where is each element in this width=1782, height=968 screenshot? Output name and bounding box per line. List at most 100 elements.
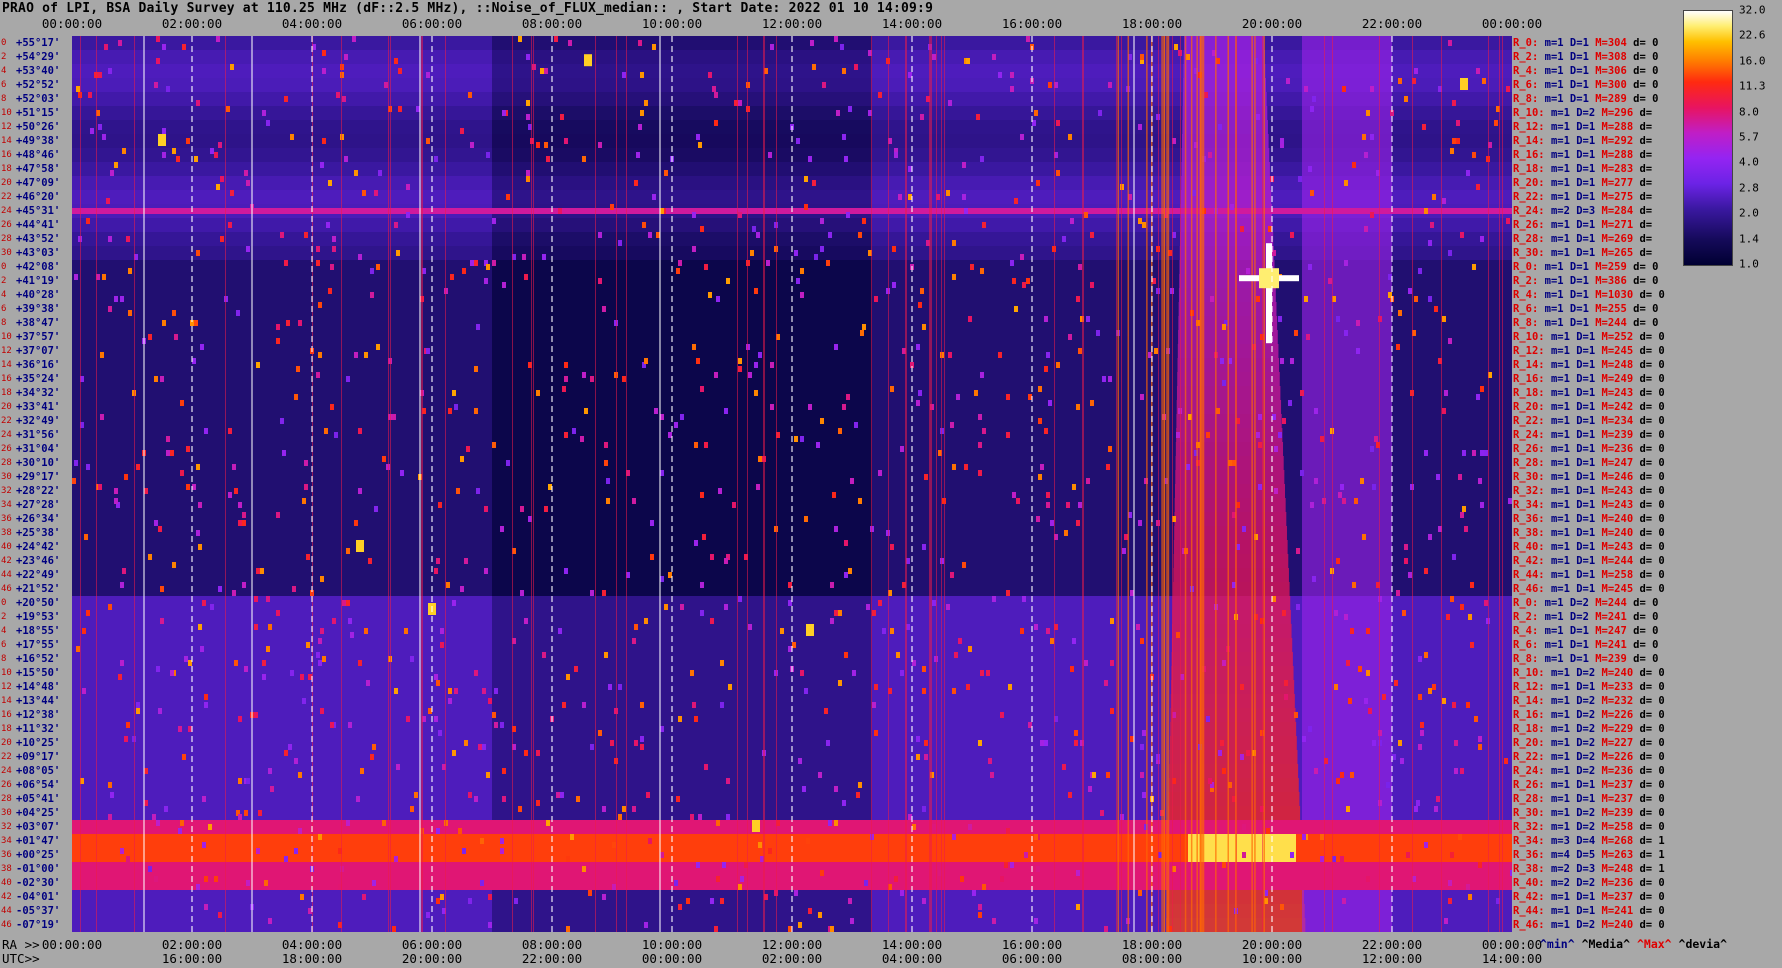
speckle — [154, 82, 158, 88]
speckle — [1444, 390, 1448, 396]
speckle — [492, 442, 496, 448]
time-tick-utc: 16:00:00 — [161, 951, 223, 966]
speckle — [492, 218, 496, 224]
speckle — [1382, 694, 1386, 700]
speckle — [480, 880, 484, 886]
speckle — [738, 358, 742, 364]
speckle — [756, 484, 760, 490]
speckle — [1442, 698, 1446, 704]
stat-min: m=1 — [1544, 93, 1564, 105]
speckle — [618, 240, 622, 246]
speckle — [694, 540, 698, 546]
stat-region: R_24: — [1513, 205, 1545, 217]
heatmap-plot[interactable] — [72, 36, 1512, 932]
dec-tick-label: -04°01' — [16, 891, 61, 903]
speckle — [820, 870, 824, 876]
speckle — [126, 856, 130, 862]
dec-row-index: 14 — [1, 136, 12, 146]
speckle — [1436, 474, 1440, 480]
speckle — [486, 772, 490, 778]
dec-row-index: 6 — [1, 304, 7, 314]
speckle — [144, 768, 148, 774]
speckle — [234, 660, 238, 666]
speckle — [102, 274, 106, 280]
speckle — [394, 856, 398, 862]
galactic-haze-cell — [1302, 904, 1392, 918]
stat-row: R_16: m=1 D=1 M=288 d= — [1513, 148, 1652, 162]
speckle — [232, 590, 236, 596]
speckle — [1000, 876, 1004, 882]
speckle — [460, 456, 464, 462]
time-tick-utc: 20:00:00 — [401, 951, 463, 966]
speckle — [1206, 716, 1210, 722]
speckle — [256, 820, 260, 826]
speckle — [800, 268, 804, 274]
rfi-line-dense — [1235, 36, 1237, 932]
speckle — [916, 736, 920, 742]
speckle — [1480, 450, 1484, 456]
stat-row: R_20: m=1 D=1 M=277 d= — [1513, 176, 1652, 190]
speckle — [1504, 758, 1508, 764]
stat-deviation: d= — [1639, 163, 1653, 175]
stat-deviation: d= 0 — [1633, 625, 1659, 637]
speckle — [1474, 716, 1478, 722]
heatmap-row-dark — [492, 386, 872, 400]
stat-row: R_32: m=1 D=1 M=243 d= 0 — [1513, 484, 1665, 498]
speckle — [1294, 712, 1298, 718]
speckle — [1022, 596, 1026, 602]
speckle — [1366, 876, 1370, 882]
speckle — [1344, 180, 1348, 186]
dec-row: 20 +10°25' — [0, 736, 72, 750]
colorbar-tick: 1.0 — [1739, 257, 1759, 271]
rfi-line — [1116, 36, 1117, 932]
speckle — [452, 600, 456, 606]
speckle — [1398, 310, 1402, 316]
speckle — [700, 492, 704, 498]
speckle — [200, 344, 204, 350]
stat-region: R_12: — [1513, 121, 1545, 133]
speckle — [364, 628, 368, 634]
galactic-haze-cell — [1302, 274, 1392, 288]
dec-row: 42 -04°01' — [0, 890, 72, 904]
speckle — [1280, 138, 1284, 144]
galactic-plane-cell — [1169, 764, 1299, 778]
heatmap-row-dark — [492, 190, 872, 204]
stat-deviation: d= 0 — [1639, 289, 1665, 301]
speckle — [198, 624, 202, 630]
stat-median: D=1 — [1569, 303, 1589, 315]
speckle — [1448, 338, 1452, 344]
dec-row: 12 +14°48' — [0, 680, 72, 694]
dec-tick-label: +43°52' — [16, 233, 61, 245]
speckle — [1366, 110, 1370, 116]
speckle — [1364, 226, 1368, 232]
colorbar-tick: 2.0 — [1739, 206, 1759, 220]
speckle — [612, 842, 616, 848]
speckle — [238, 814, 242, 820]
speckle — [1034, 834, 1038, 840]
speckle — [210, 604, 214, 610]
speckle — [846, 394, 850, 400]
speckle — [580, 436, 584, 442]
speckle — [922, 898, 926, 904]
stat-min: m=1 — [1544, 51, 1564, 63]
speckle — [810, 40, 814, 46]
speckle — [1006, 432, 1010, 438]
speckle — [1048, 400, 1052, 406]
speckle — [520, 590, 524, 596]
speckle — [1430, 222, 1434, 228]
speckle — [136, 464, 140, 470]
speckle — [780, 628, 784, 634]
speckle — [798, 758, 802, 764]
dec-row-index: 14 — [1, 696, 12, 706]
stat-deviation: d= 1 — [1639, 849, 1665, 861]
speckle — [318, 302, 322, 308]
stat-max: M=243 — [1601, 499, 1634, 511]
speckle — [152, 814, 156, 820]
stat-region: R_18: — [1513, 163, 1545, 175]
speckle — [468, 92, 472, 98]
speckle — [1442, 316, 1446, 322]
speckle — [488, 894, 492, 900]
speckle — [1304, 296, 1308, 302]
colorbar-tick: 1.4 — [1739, 232, 1759, 246]
speckle — [1300, 390, 1304, 396]
